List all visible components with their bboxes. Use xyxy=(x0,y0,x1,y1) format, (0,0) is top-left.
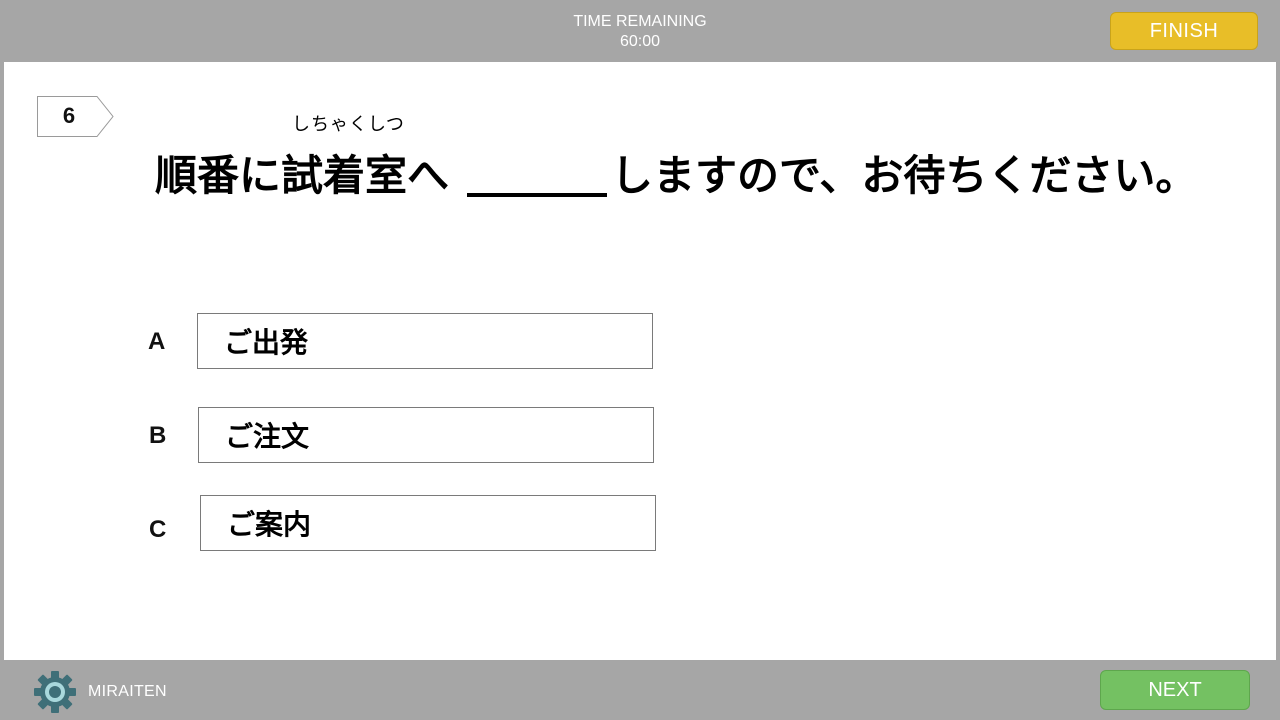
furigana-reading: しちゃくしつ xyxy=(292,114,405,135)
timer-label: TIME REMAINING xyxy=(573,13,707,30)
question-text: 順番に試着室へ しますので、お待ちください。 xyxy=(155,142,1197,203)
option-a-letter: A xyxy=(148,328,166,355)
option-a[interactable]: ご出発 xyxy=(197,313,653,369)
top-bar: TIME REMAINING 60:00 FINISH xyxy=(0,0,1280,62)
time-remaining: TIME REMAINING 60:00 xyxy=(0,12,1280,52)
answer-blank xyxy=(467,153,608,197)
question-number-tag: 6 xyxy=(37,96,114,137)
finish-button[interactable]: FINISH xyxy=(1110,12,1258,50)
frame-right xyxy=(1276,62,1280,660)
frame-left xyxy=(0,62,4,660)
bottom-bar xyxy=(0,660,1280,720)
option-c[interactable]: ご案内 xyxy=(200,495,656,551)
option-b[interactable]: ご注文 xyxy=(198,407,654,463)
option-c-letter: C xyxy=(149,516,167,543)
timer-value: 60:00 xyxy=(619,33,661,50)
option-b-letter: B xyxy=(149,422,167,449)
question-text-after: しますので、お待ちください。 xyxy=(611,151,1198,200)
next-button[interactable]: NEXT xyxy=(1100,670,1250,710)
question-number: 6 xyxy=(62,103,76,128)
gear-icon xyxy=(34,671,76,713)
question-text-before: 順番に試着室へ xyxy=(155,151,450,200)
brand-name: MIRAITEN xyxy=(88,683,167,700)
